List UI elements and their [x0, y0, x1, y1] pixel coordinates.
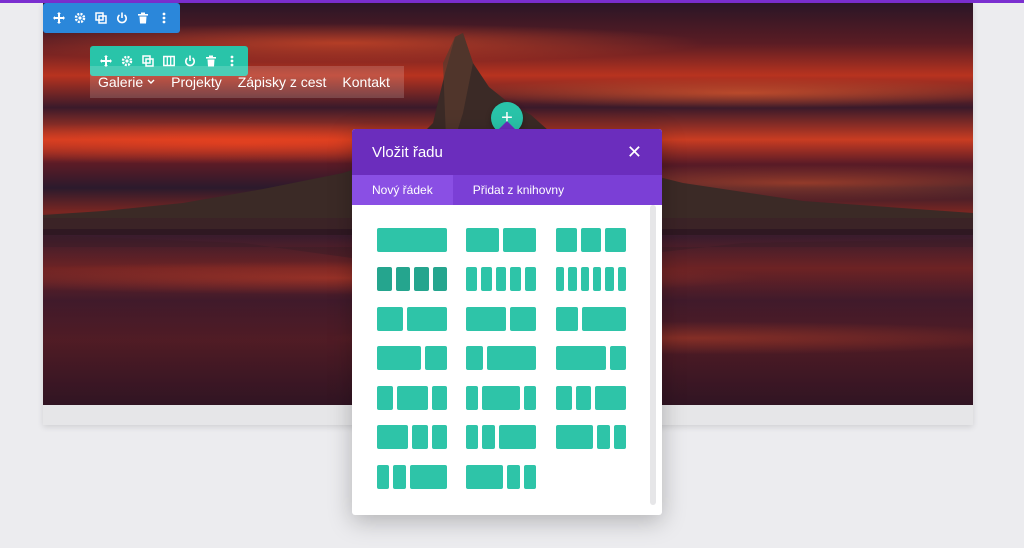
layout-column [407, 307, 447, 331]
layout-column [466, 346, 483, 370]
close-icon[interactable]: ✕ [627, 143, 642, 161]
nav-item-kontakt[interactable]: Kontakt [334, 74, 397, 90]
layout-column [605, 228, 626, 252]
modal-tabs: Nový řádek Přidat z knihovny [352, 175, 662, 205]
layout-option[interactable] [466, 465, 536, 489]
layout-column [556, 346, 606, 370]
tab-add-from-library[interactable]: Přidat z knihovny [453, 175, 584, 205]
power-icon[interactable] [115, 10, 130, 26]
layout-column [582, 307, 626, 331]
layout-column [556, 425, 594, 449]
layout-column [556, 386, 572, 410]
layout-column [412, 425, 428, 449]
layout-option[interactable] [556, 425, 626, 449]
section-toolbar [43, 3, 180, 33]
layout-column [609, 346, 626, 370]
layout-option[interactable] [466, 267, 536, 291]
chevron-down-icon [147, 79, 155, 84]
layout-column [592, 267, 602, 291]
nav-menu: Galerie Projekty Zápisky z cest Kontakt [90, 66, 404, 98]
insert-row-modal: Vložit řadu ✕ Nový řádek Přidat z knihov… [352, 129, 662, 515]
layout-column [377, 307, 404, 331]
layout-column [580, 228, 602, 252]
scrollbar[interactable] [650, 205, 656, 505]
layout-column [523, 465, 536, 489]
layout-option[interactable] [466, 425, 536, 449]
layout-column [486, 346, 536, 370]
settings-icon[interactable] [72, 10, 87, 26]
trash-icon[interactable] [136, 10, 151, 26]
layout-column [393, 465, 406, 489]
layout-column [377, 386, 393, 410]
layout-option[interactable] [377, 307, 447, 331]
layout-column [617, 267, 626, 291]
layout-column [597, 425, 610, 449]
duplicate-icon[interactable] [93, 10, 108, 26]
layout-column [613, 425, 626, 449]
layout-column [523, 386, 536, 410]
layout-column [495, 267, 507, 291]
layout-option[interactable] [556, 228, 626, 252]
layout-column [466, 386, 479, 410]
layout-column [432, 267, 447, 291]
nav-item-zapisky[interactable]: Zápisky z cest [230, 74, 335, 90]
layout-column [556, 228, 577, 252]
layout-column [605, 267, 614, 291]
layout-column [568, 267, 577, 291]
layout-option[interactable] [556, 307, 626, 331]
layout-column [377, 346, 421, 370]
layout-column [425, 346, 447, 370]
layout-column [498, 425, 536, 449]
layout-column [431, 425, 447, 449]
layout-option[interactable] [377, 228, 447, 252]
layout-column [507, 465, 520, 489]
layout-option[interactable] [466, 346, 536, 370]
move-icon[interactable] [51, 10, 66, 26]
layout-option[interactable] [466, 386, 536, 410]
layout-option[interactable] [377, 346, 447, 370]
layout-option[interactable] [556, 267, 626, 291]
layout-column [595, 386, 626, 410]
layout-grid [352, 205, 650, 515]
layout-column [414, 267, 429, 291]
layout-column [466, 267, 477, 291]
layout-option[interactable] [377, 465, 447, 489]
layout-column [395, 267, 410, 291]
layout-column [466, 465, 504, 489]
layout-column [482, 386, 520, 410]
layout-option[interactable] [377, 425, 447, 449]
layout-column [575, 386, 591, 410]
layout-column [503, 228, 536, 252]
layout-option[interactable] [377, 386, 447, 410]
layout-option[interactable] [556, 346, 626, 370]
layout-column [525, 267, 536, 291]
layout-option[interactable] [466, 228, 536, 252]
layout-option[interactable] [377, 267, 447, 291]
layout-column [466, 425, 479, 449]
layout-column [466, 307, 506, 331]
more-icon[interactable] [157, 10, 172, 26]
layout-column [482, 425, 495, 449]
nav-item-galerie[interactable]: Galerie [90, 74, 163, 90]
layout-option[interactable] [466, 307, 536, 331]
layout-column [431, 386, 447, 410]
modal-header: Vložit řadu ✕ [352, 129, 662, 175]
layout-column [377, 465, 390, 489]
layout-option[interactable] [556, 386, 626, 410]
tab-new-row[interactable]: Nový řádek [352, 175, 453, 205]
layout-column [409, 465, 447, 489]
layout-column [556, 307, 578, 331]
layout-column [466, 228, 499, 252]
layout-column [377, 267, 392, 291]
layout-column [377, 228, 447, 252]
layout-column [396, 386, 428, 410]
layout-column [509, 307, 536, 331]
layout-column [510, 267, 522, 291]
layout-column [480, 267, 492, 291]
layout-column [556, 267, 565, 291]
nav-item-projekty[interactable]: Projekty [163, 74, 230, 90]
layout-column [580, 267, 589, 291]
layout-column [377, 425, 408, 449]
modal-title: Vložit řadu [372, 143, 443, 161]
